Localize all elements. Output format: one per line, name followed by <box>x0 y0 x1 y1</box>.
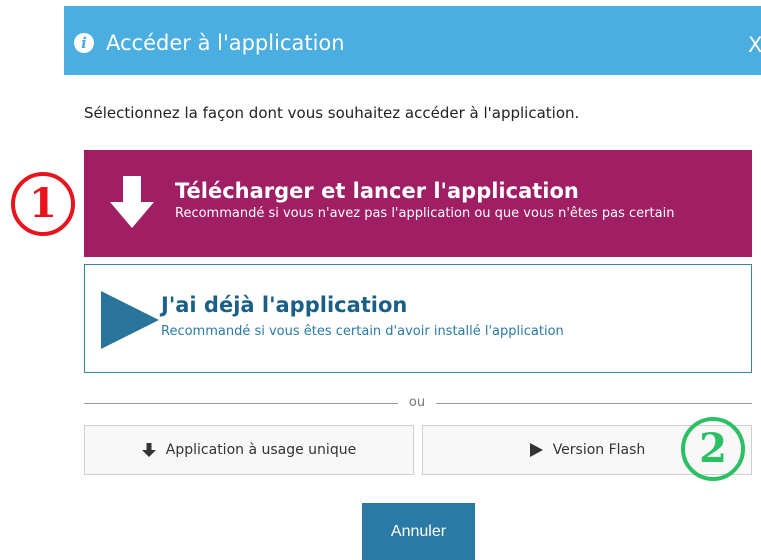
download-option-subtitle: Recommandé si vous n'avez pas l'applicat… <box>175 206 675 221</box>
already-have-app-option[interactable]: J'ai déjà l'application Recommandé si vo… <box>84 264 752 373</box>
download-launch-option[interactable]: Télécharger et lancer l'application Reco… <box>84 150 752 257</box>
annotation-1-label: 1 <box>29 180 57 227</box>
annotation-marker-1: 1 <box>11 172 75 236</box>
intro-text: Sélectionnez la façon dont vous souhaite… <box>84 104 580 122</box>
have-app-option-title: J'ai déjà l'application <box>161 293 408 317</box>
play-icon <box>101 291 159 349</box>
close-button[interactable]: X <box>748 32 761 58</box>
flash-version-label: Version Flash <box>552 442 646 458</box>
dialog-title: Accéder à l'application <box>106 31 345 55</box>
play-icon <box>529 443 543 457</box>
divider-label: ou <box>398 394 436 412</box>
have-app-option-subtitle: Recommandé si vous êtes certain d'avoir … <box>161 324 564 339</box>
info-icon: i <box>74 33 94 53</box>
dialog-header: i Accéder à l'application X <box>64 6 761 75</box>
cancel-button[interactable]: Annuler <box>362 503 475 560</box>
single-use-app-label: Application à usage unique <box>165 442 357 458</box>
download-option-title: Télécharger et lancer l'application <box>175 179 579 203</box>
single-use-app-button[interactable]: Application à usage unique <box>84 425 414 475</box>
arrow-down-icon <box>110 176 154 228</box>
annotation-marker-2: 2 <box>681 417 745 481</box>
download-icon <box>141 443 156 457</box>
